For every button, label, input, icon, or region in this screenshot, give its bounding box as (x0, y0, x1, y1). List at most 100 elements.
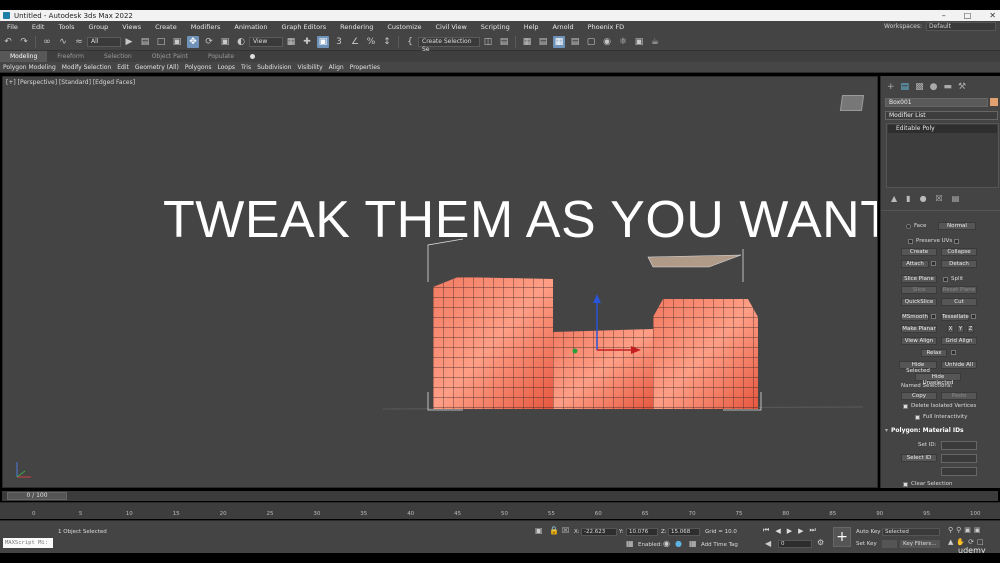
preserve-uvs-settings[interactable] (954, 239, 959, 244)
normal-button[interactable]: Normal (938, 222, 976, 230)
menu-views[interactable]: Views (115, 23, 148, 31)
minimize-icon[interactable]: – (942, 11, 946, 20)
bind-spacewarp-icon[interactable]: ≈ (73, 36, 85, 48)
material-name-dropdown[interactable] (941, 467, 977, 476)
menu-file[interactable]: File (0, 23, 25, 31)
render-setup-icon[interactable]: ⚛ (617, 36, 629, 48)
msmooth-settings[interactable] (931, 314, 936, 319)
material-editor-icon[interactable]: ◉ (601, 36, 613, 48)
object-color-swatch[interactable] (990, 98, 998, 106)
tessellate-button[interactable]: Tessellate (941, 313, 969, 321)
snap-3d-icon[interactable]: 3 (333, 36, 345, 48)
menu-customize[interactable]: Customize (380, 23, 428, 31)
menu-group[interactable]: Group (82, 23, 116, 31)
abs-mode-icon[interactable]: ☒ (562, 526, 569, 535)
select-by-name-icon[interactable]: ▤ (139, 36, 151, 48)
named-selection-dropdown[interactable]: Create Selection Se (418, 36, 480, 53)
select-id-button[interactable]: Select ID (901, 454, 937, 462)
curve-editor-icon[interactable]: ▤ (569, 36, 581, 48)
preserve-uvs-checkbox[interactable] (908, 239, 913, 244)
set-key-plus-icon[interactable]: + (833, 527, 851, 547)
unhide-all-button[interactable]: Unhide All (941, 361, 977, 369)
stack-item-editable-poly[interactable]: Editable Poly (888, 125, 997, 133)
pin-stack-icon[interactable]: ▲ (891, 194, 897, 203)
menu-animation[interactable]: Animation (227, 23, 274, 31)
tab-selection[interactable]: Selection (94, 51, 142, 62)
mirror-icon[interactable]: ◫ (482, 36, 494, 48)
menu-modifiers[interactable]: Modifiers (184, 23, 228, 31)
view-align-button[interactable]: View Align (901, 337, 937, 345)
key-mode-icon[interactable]: ◀ (765, 539, 771, 548)
delete-isolated-checkbox[interactable] (903, 404, 908, 409)
lock-icon[interactable]: 🔒 (549, 526, 559, 535)
close-icon[interactable]: ✕ (989, 11, 996, 20)
show-end-result-icon[interactable]: ▮ (906, 194, 910, 203)
menu-phoenix-fd[interactable]: Phoenix FD (581, 23, 632, 31)
menu-scripting[interactable]: Scripting (474, 23, 517, 31)
tab-object-paint[interactable]: Object Paint (142, 51, 198, 62)
cut-button[interactable]: Cut (941, 298, 977, 306)
clear-selection-checkbox[interactable] (903, 482, 908, 487)
create-button[interactable]: Create (901, 248, 937, 256)
prev-frame-icon[interactable]: ◀ (775, 527, 780, 535)
pan-icon[interactable]: ✋ (956, 538, 965, 546)
spinner-snap-icon[interactable]: ↕ (381, 36, 393, 48)
ribbon-visibility[interactable]: Visibility (294, 64, 325, 71)
track-bar[interactable]: 0 5 10 15 20 25 30 35 40 45 50 55 60 65 70 75 80 85 90 95 10… (0, 502, 1000, 519)
zoom-icon[interactable]: ⚲ (948, 526, 953, 534)
ribbon-options-icon[interactable] (250, 54, 256, 59)
unlink-icon[interactable]: ∿ (57, 36, 69, 48)
set-id-spinner[interactable] (941, 441, 977, 450)
grid-align-button[interactable]: Grid Align (941, 337, 977, 345)
collapse-button[interactable]: Collapse (941, 248, 977, 256)
face-radio[interactable] (906, 224, 911, 229)
y-coord-field[interactable]: 10.076 (626, 528, 658, 536)
ribbon-align[interactable]: Align (326, 64, 347, 71)
relax-settings[interactable] (951, 350, 956, 355)
isolate-icon[interactable]: ▣ (535, 526, 543, 535)
make-unique-icon[interactable]: ● (920, 194, 927, 203)
menu-help[interactable]: Help (517, 23, 546, 31)
ribbon-modify-selection[interactable]: Modify Selection (59, 64, 114, 71)
copy-button[interactable]: Copy (901, 392, 937, 400)
menu-edit[interactable]: Edit (25, 23, 52, 31)
x-coord-field[interactable]: -22.623 (581, 528, 617, 536)
time-config-icon[interactable]: ⚙ (817, 538, 824, 547)
select-manipulate-icon[interactable]: ✚ (301, 36, 313, 48)
reset-plane-button[interactable]: Reset Plane (941, 286, 977, 294)
ribbon-tris[interactable]: Tris (238, 64, 254, 71)
utilities-tab-icon[interactable]: ⚒ (958, 82, 966, 92)
maximize-icon[interactable]: □ (964, 11, 972, 20)
time-slider-track[interactable] (2, 491, 998, 501)
set-key-button[interactable]: Set Key (856, 541, 877, 547)
tab-populate[interactable]: Populate (198, 51, 244, 62)
pivot-icon[interactable]: ▦ (285, 36, 297, 48)
time-tag-icon[interactable]: ● (675, 539, 682, 548)
link-icon[interactable]: ∞ (41, 36, 53, 48)
current-frame-field[interactable]: 0 (778, 540, 812, 548)
menu-civil-view[interactable]: Civil View (429, 23, 474, 31)
next-frame-icon[interactable]: ▶ (798, 527, 803, 535)
enabled-toggle-icon[interactable]: ◉ (663, 539, 670, 548)
play-icon[interactable]: ▶ (787, 527, 792, 535)
goto-end-icon[interactable]: ⏭ (809, 526, 815, 535)
slice-button[interactable]: Slice (901, 286, 937, 294)
hierarchy-tab-icon[interactable]: ▩ (915, 82, 924, 92)
menu-arnold[interactable]: Arnold (546, 23, 581, 31)
redo-icon[interactable]: ↷ (18, 36, 30, 48)
paste-button[interactable]: Paste (941, 392, 977, 400)
ribbon-toggle-icon[interactable]: ▦ (553, 35, 565, 48)
scale-icon[interactable]: ▣ (219, 36, 231, 48)
selection-filter-dropdown[interactable]: All (87, 36, 121, 47)
modifier-list-dropdown[interactable]: Modifier List (885, 111, 998, 120)
maximize-viewport-icon[interactable]: □ (977, 538, 984, 546)
fov-icon[interactable]: ▲ (948, 538, 953, 546)
attach-list-button[interactable] (931, 261, 936, 266)
detach-button[interactable]: Detach (941, 260, 977, 268)
ribbon-geometry-all[interactable]: Geometry (All) (132, 64, 182, 71)
schematic-view-icon[interactable]: ▢ (585, 36, 597, 48)
perspective-viewport[interactable]: [+] [Perspective] [Standard] [Edged Face… (2, 76, 878, 488)
tab-modeling[interactable]: Modeling (0, 51, 48, 62)
key-filters-button[interactable]: Key Filters... (900, 540, 940, 548)
remove-modifier-icon[interactable]: ☒ (936, 194, 943, 203)
